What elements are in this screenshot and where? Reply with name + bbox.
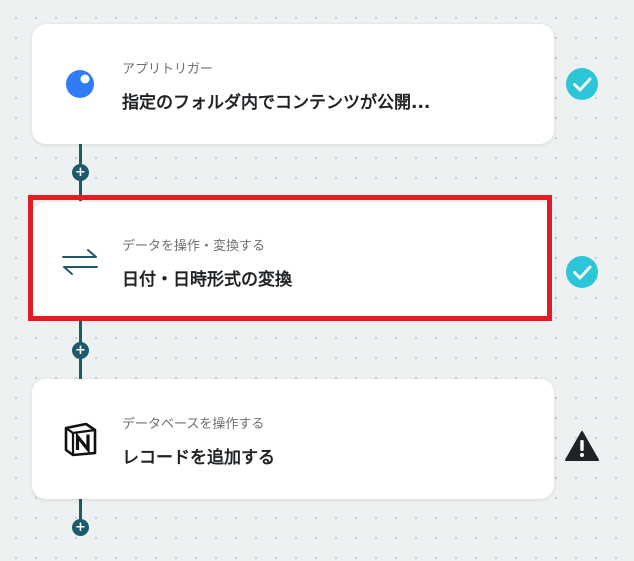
step-title: 指定のフォルダ内でコンテンツが公開... <box>122 93 431 113</box>
convert-arrows-icon <box>60 242 100 282</box>
step-category-label: アプリトリガー <box>122 62 214 77</box>
blue-dot-app-icon <box>60 64 100 104</box>
step-category-label: データベースを操作する <box>122 417 265 432</box>
flow-step-card-notion[interactable]: データベースを操作する レコードを追加する <box>32 379 554 499</box>
flow-step-card-trigger[interactable]: アプリトリガー 指定のフォルダ内でコンテンツが公開... <box>32 24 554 144</box>
notion-icon <box>60 419 100 459</box>
add-step-button[interactable]: + <box>72 164 89 181</box>
step-title: 日付・日時形式の変換 <box>122 270 292 290</box>
step-title: レコードを追加する <box>122 448 275 468</box>
step-warning-icon <box>565 429 599 463</box>
add-step-button[interactable]: + <box>72 342 89 359</box>
step-complete-check-icon <box>565 255 599 289</box>
flow-step-card-convert[interactable]: データを操作・変換する 日付・日時形式の変換 <box>32 202 554 320</box>
step-complete-check-icon <box>565 67 599 101</box>
step-category-label: データを操作・変換する <box>122 239 266 254</box>
add-step-button[interactable]: + <box>72 519 89 536</box>
